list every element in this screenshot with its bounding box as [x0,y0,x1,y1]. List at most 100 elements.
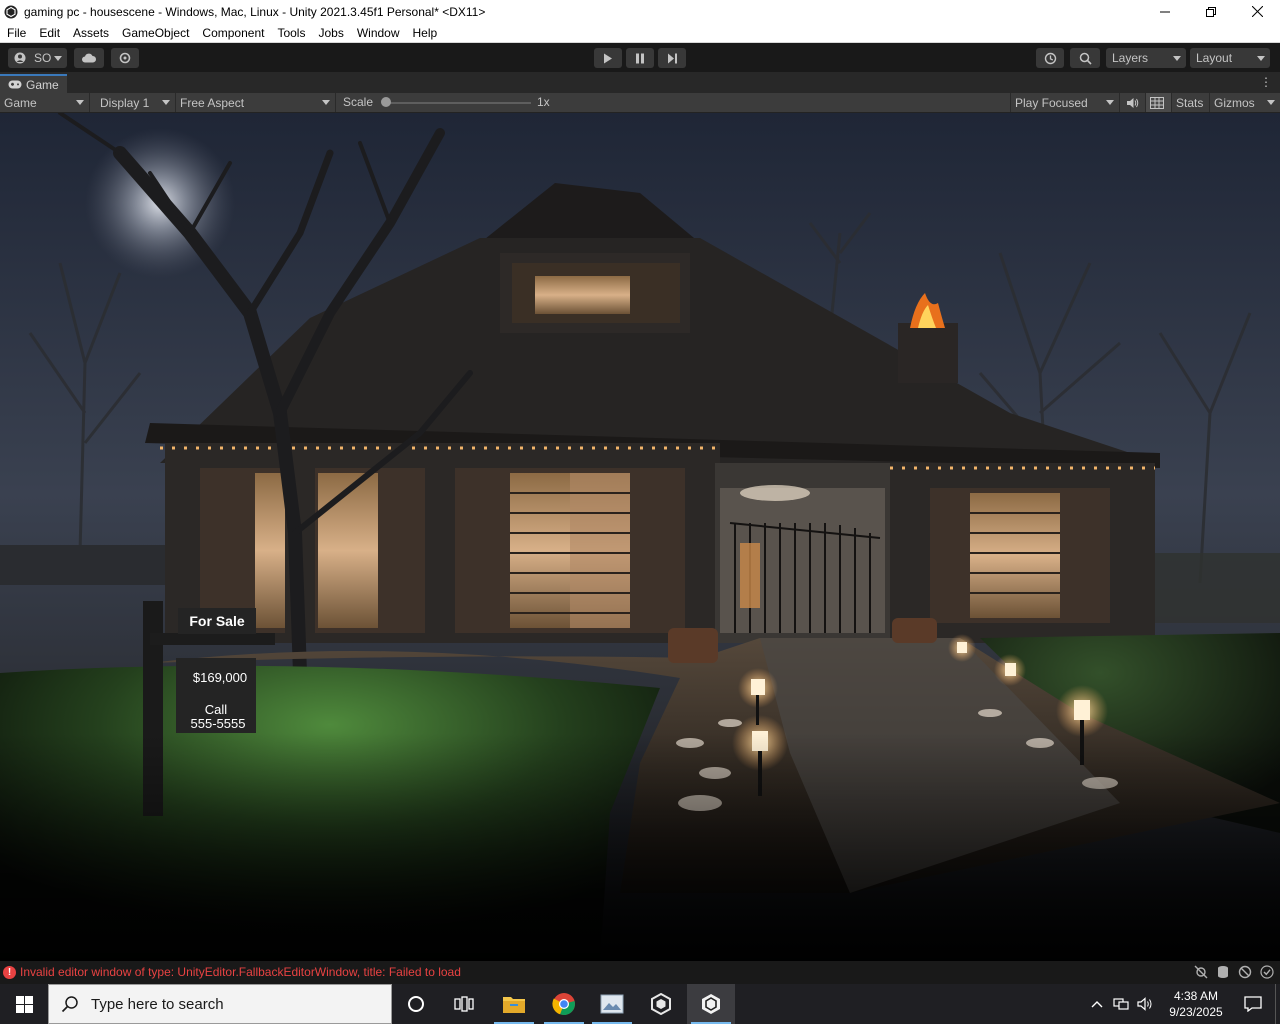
chevron-down-icon [1267,100,1275,105]
pause-button[interactable] [626,48,654,68]
unity-logo-icon [702,994,720,1014]
progress-icon[interactable] [1238,965,1252,979]
menu-file[interactable]: File [0,23,32,43]
taskbar-search-input[interactable] [91,995,371,1013]
game-viewport[interactable]: For Sale $169,000 Call 555-5555 [0,113,1280,961]
tab-bar: Game ⋮ [0,72,1280,93]
folder-icon [503,997,525,1013]
unity-logo-icon [4,5,18,18]
task-view-icon [454,996,474,1012]
play-mode-label: Play Focused [1015,95,1088,110]
collab-button[interactable] [111,48,139,68]
layout-dropdown[interactable]: Layout [1190,48,1270,68]
windows-taskbar: 4:38 AM 9/23/2025 [0,984,1280,1024]
step-button[interactable] [658,48,686,68]
aspect-dropdown[interactable]: Free Aspect [176,93,336,112]
taskbar-file-explorer[interactable] [490,984,538,1024]
title-bar: gaming pc - housescene - Windows, Mac, L… [0,0,1280,23]
unity-hub-icon [651,993,671,1015]
cloud-button[interactable] [74,48,104,68]
menu-help[interactable]: Help [406,23,444,43]
clock-date: 9/23/2025 [1169,1005,1223,1019]
grid-icon [1150,96,1164,109]
close-button[interactable] [1234,0,1280,23]
menu-bar: File Edit Assets GameObject Component To… [0,23,1280,43]
taskbar-photos[interactable] [588,984,636,1024]
task-view-button[interactable] [440,984,488,1024]
mute-audio-button[interactable] [1122,93,1146,112]
menu-tools[interactable]: Tools [270,23,311,43]
volume-icon[interactable] [1137,997,1155,1011]
notification-icon [1244,996,1262,1012]
windows-logo-icon [15,995,33,1013]
tab-game-label: Game [26,77,59,92]
debug-off-icon[interactable] [1194,965,1208,979]
database-icon[interactable] [1216,965,1230,979]
menu-jobs[interactable]: Jobs [311,23,349,43]
scale-value: 1x [537,95,550,109]
error-icon: ! [3,966,16,979]
aspect-label: Free Aspect [180,95,245,110]
restore-button[interactable] [1188,0,1234,23]
stats-button[interactable]: Stats [1172,93,1210,112]
grid-toggle-button[interactable] [1146,93,1172,112]
menu-assets[interactable]: Assets [66,23,115,43]
taskbar-unity-editor[interactable] [687,984,735,1024]
history-icon [1044,52,1056,64]
menu-edit[interactable]: Edit [32,23,66,43]
cloud-icon [82,53,97,63]
house-scene: For Sale $169,000 Call 555-5555 [0,113,1280,961]
taskbar-unity-hub[interactable] [637,984,685,1024]
chevron-down-icon [54,56,62,61]
history-button[interactable] [1036,48,1064,68]
taskbar-chrome[interactable] [540,984,588,1024]
account-dropdown[interactable]: SO [8,48,67,68]
scale-label: Scale [343,95,374,109]
gizmos-dropdown[interactable]: Gizmos [1210,93,1280,112]
chevron-down-icon [162,100,170,105]
tab-options-icon[interactable]: ⋮ [1260,75,1272,89]
account-icon [14,52,26,64]
layers-dropdown[interactable]: Layers [1106,48,1186,68]
tab-game[interactable]: Game [0,74,67,93]
system-tray: 4:38 AM 9/23/2025 [1091,984,1280,1024]
play-button[interactable] [594,48,622,68]
menu-window[interactable]: Window [350,23,406,43]
chevron-down-icon [76,100,84,105]
play-mode-dropdown[interactable]: Play Focused [1010,93,1120,112]
taskbar-search-box[interactable] [48,984,392,1024]
minimize-icon [1160,11,1170,12]
main-toolbar: SO Layers Layout [0,44,1280,72]
layers-label: Layers [1112,51,1149,65]
scale-slider-handle[interactable] [381,97,391,107]
display-dropdown[interactable]: Display 1 [96,93,176,112]
network-icon[interactable] [1113,997,1129,1011]
layout-label: Layout [1196,51,1233,65]
display-label: Display 1 [100,95,150,110]
console-status-bar[interactable]: ! Invalid editor window of type: UnityEd… [0,961,1280,984]
chevron-down-icon [322,100,330,105]
cortana-button[interactable] [392,984,440,1024]
minimize-button[interactable] [1142,0,1188,23]
chevron-down-icon [1173,56,1181,61]
scale-slider[interactable] [386,102,531,104]
chevron-up-icon[interactable] [1091,1000,1103,1008]
gamepad-icon [8,80,22,89]
taskbar-clock[interactable]: 4:38 AM 9/23/2025 [1161,988,1231,1020]
action-center-button[interactable] [1231,984,1275,1024]
step-icon [667,53,677,63]
pause-icon [636,53,644,63]
game-mode-label: Game [4,95,37,110]
game-view-toolbar: Game Display 1 Free Aspect Scale 1x Play… [0,93,1280,113]
game-mode-dropdown[interactable]: Game [0,93,90,112]
show-desktop-button[interactable] [1275,984,1280,1024]
chevron-down-icon [1106,100,1114,105]
search-button[interactable] [1070,48,1100,68]
account-label: SO [34,51,52,65]
checkmark-circle-icon[interactable] [1260,965,1274,979]
status-message[interactable]: Invalid editor window of type: UnityEdit… [20,965,461,979]
start-button[interactable] [0,984,48,1024]
menu-gameobject[interactable]: GameObject [115,23,195,43]
menu-component[interactable]: Component [195,23,270,43]
close-icon [1251,6,1263,17]
